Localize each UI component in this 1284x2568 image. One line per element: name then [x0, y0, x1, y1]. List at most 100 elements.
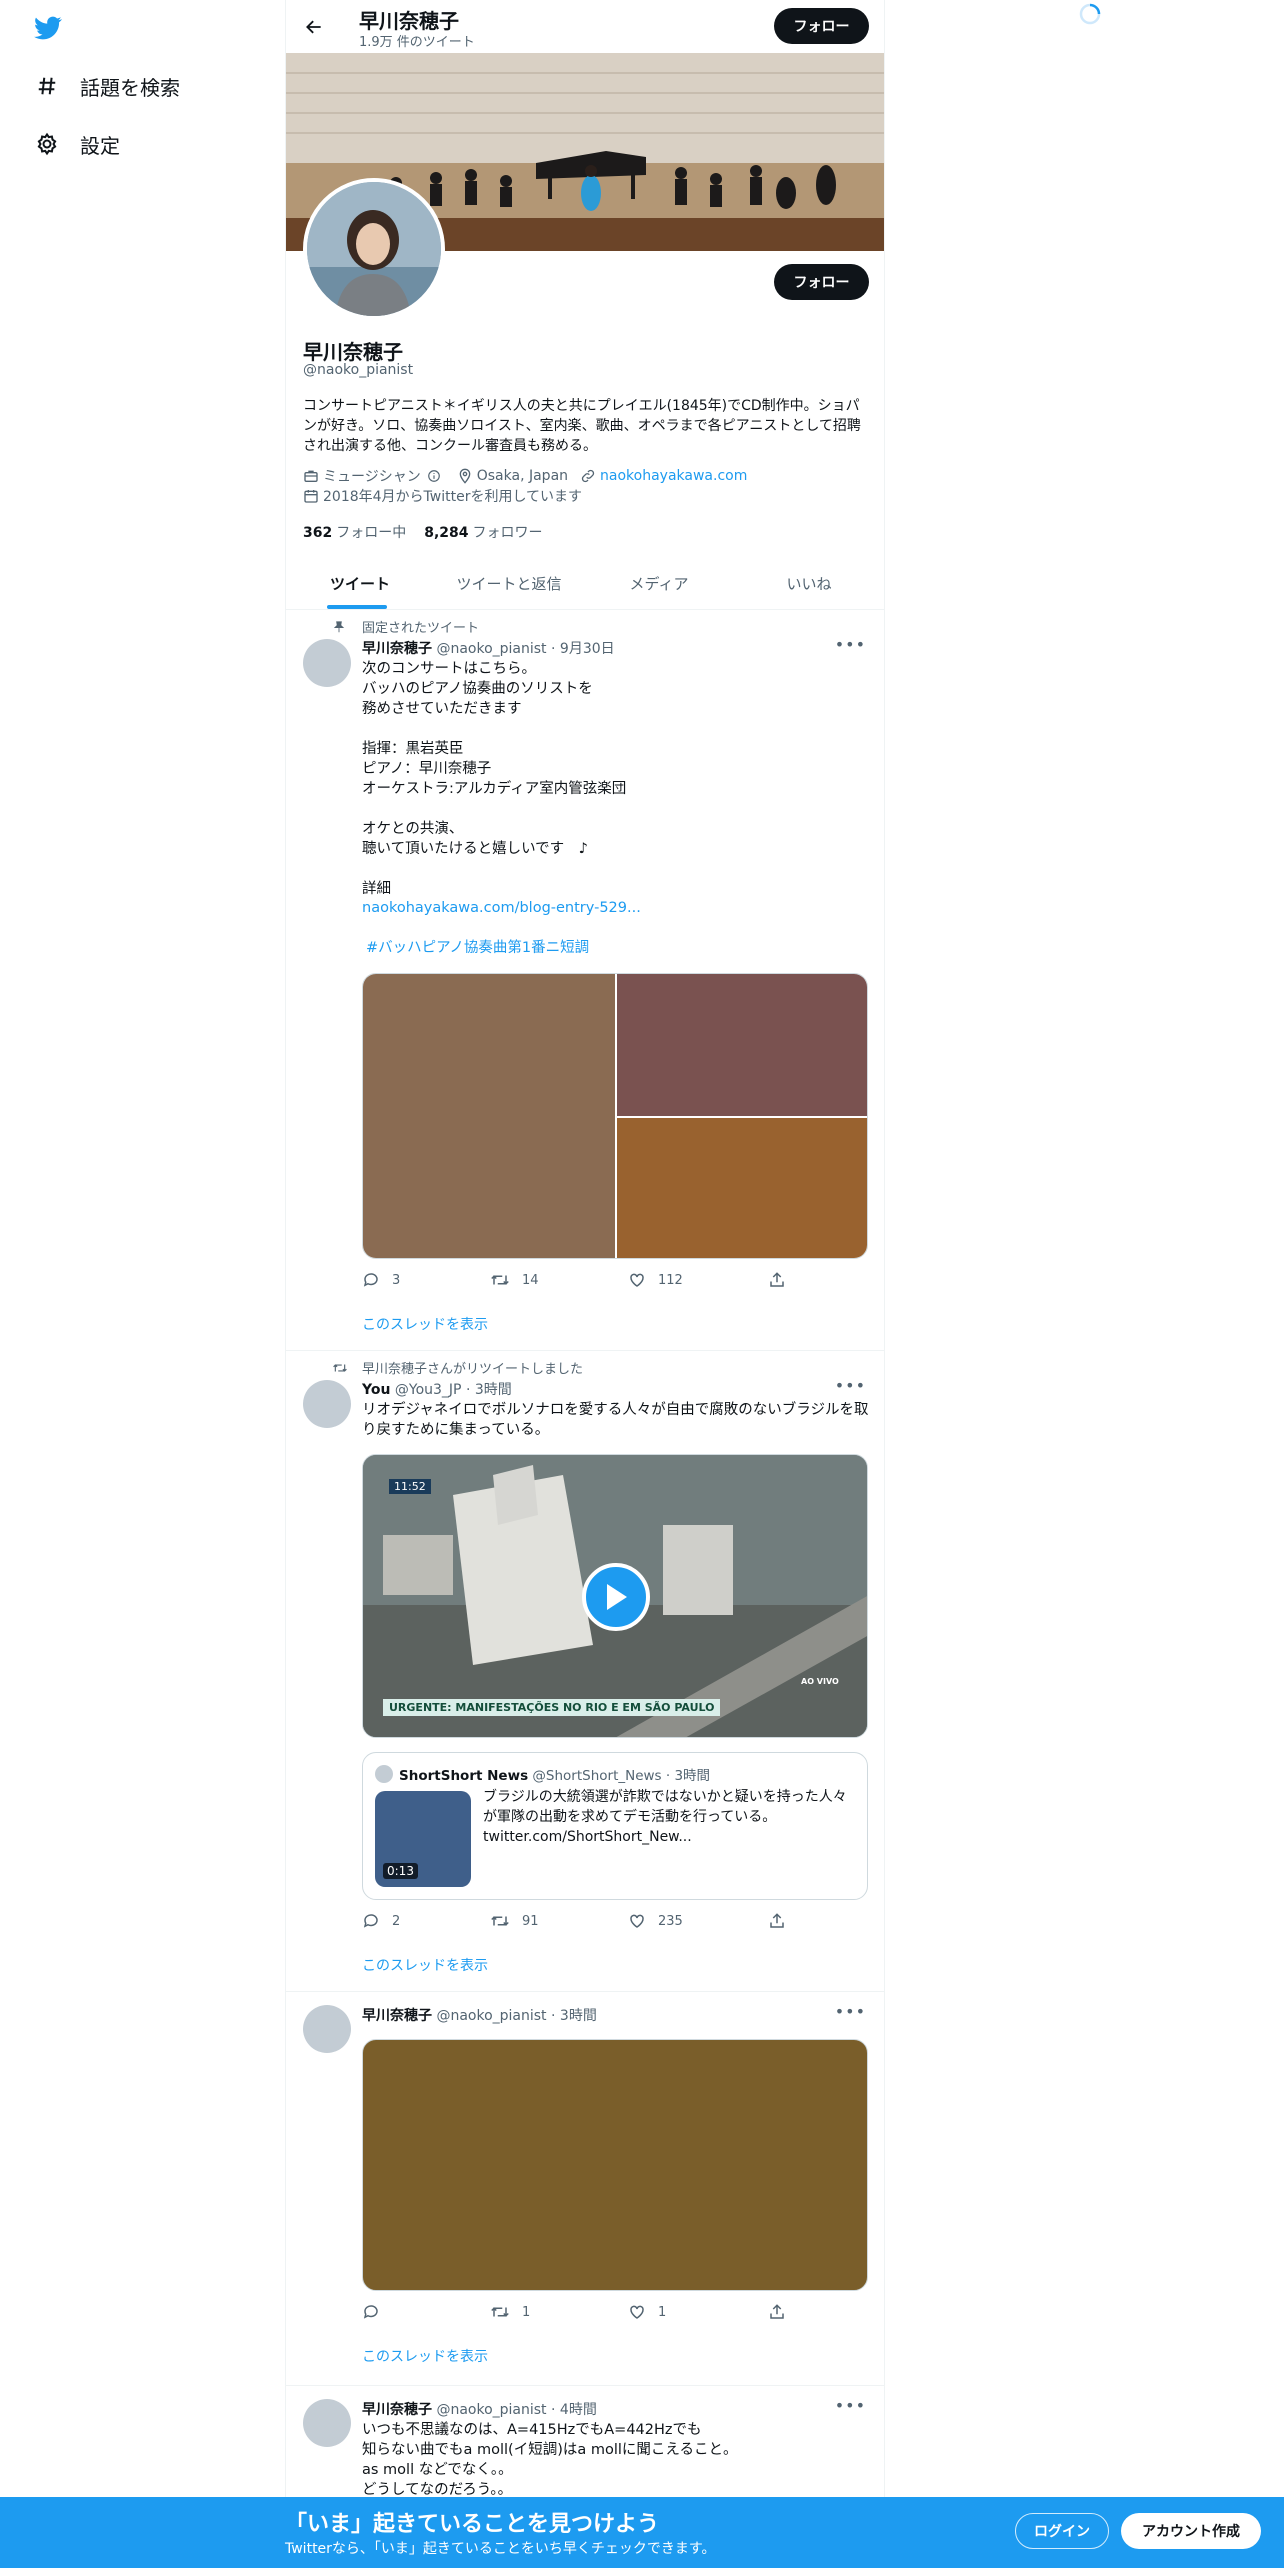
tweet-time[interactable]: 3時間	[475, 1382, 512, 1398]
tweet-item[interactable]: 固定されたツイート 早川奈穂子 @naoko_pianist · 9月30日 •…	[286, 611, 884, 1351]
login-button[interactable]: ログイン	[1015, 2513, 1109, 2549]
profile-follow-button[interactable]: フォロー	[774, 264, 869, 300]
heart-icon	[630, 1914, 644, 1928]
profile-name: 早川奈穂子	[303, 340, 403, 364]
more-options-icon[interactable]: •••	[835, 1376, 866, 1395]
reply-icon	[363, 1914, 378, 1928]
tweet-author-name[interactable]: 早川奈穂子	[362, 2008, 432, 2024]
more-options-icon[interactable]: •••	[835, 635, 866, 654]
tweet-avatar[interactable]	[303, 2005, 351, 2053]
signup-prompt-title: 「いま」起きていることを見つけよう	[285, 2512, 660, 2537]
like-button[interactable]: 235	[628, 1912, 683, 1930]
profile-timeline: 早川奈穂子 1.9万 件のツイート フォロー フォロー 早川奈穂子 @naoko…	[285, 0, 885, 2568]
profile-website-link[interactable]: naokohayakawa.com	[600, 468, 747, 484]
tweet-time[interactable]: 3時間	[560, 2008, 597, 2024]
tweet-author-handle[interactable]: @You3_JP	[395, 1382, 462, 1398]
tab-tweets-and-replies[interactable]: ツイートと返信	[434, 556, 584, 610]
video-live-label: AO VIVO	[801, 1677, 839, 1686]
tweet-author-handle[interactable]: @naoko_pianist	[436, 2402, 546, 2418]
profile-location: Osaka, Japan	[457, 468, 568, 484]
twitter-bird-icon[interactable]	[32, 14, 66, 44]
following-count: 362	[303, 525, 333, 541]
share-button[interactable]	[768, 2303, 798, 2321]
retweet-count: 1	[522, 2304, 531, 2320]
quote-author-handle: @ShortShort_News	[532, 1768, 662, 1784]
tweet-actions: 1 1	[362, 2303, 792, 2323]
play-icon[interactable]	[582, 1563, 650, 1631]
nav-explore-label: 話題を検索	[80, 75, 180, 100]
quote-video-duration: 0:13	[383, 1863, 418, 1879]
share-button[interactable]	[768, 1912, 798, 1930]
share-icon	[770, 1913, 784, 1928]
profile-avatar[interactable]	[303, 178, 445, 320]
reply-button[interactable]: 2	[362, 1912, 400, 1930]
show-thread-link[interactable]: このスレッドを表示	[362, 1955, 488, 1975]
quote-link: twitter.com/ShortShort_New...	[483, 1829, 692, 1845]
tweet-text: リオデジャネイロでボルソナロを愛する人々が自由で腐敗のないブラジルを取り戻すため…	[362, 1402, 869, 1438]
tab-likes[interactable]: いいね	[734, 556, 884, 610]
tweet-avatar[interactable]	[303, 2399, 351, 2447]
tab-media[interactable]: メディア	[584, 556, 734, 610]
tab-tweets[interactable]: ツイート	[286, 556, 434, 610]
tweet-author-name[interactable]: 早川奈穂子	[362, 641, 432, 657]
more-options-icon[interactable]: •••	[835, 2002, 866, 2021]
tweet-link[interactable]: naokohayakawa.com/blog-entry-529...	[362, 898, 872, 918]
header-follow-button[interactable]: フォロー	[774, 8, 869, 44]
profile-header-bar: 早川奈穂子 1.9万 件のツイート フォロー	[286, 0, 884, 53]
retweet-context-label: 早川奈穂子さんがリツイートしました	[362, 1362, 584, 1377]
tweet-item[interactable]: 早川奈穂子さんがリツイートしました You @You3_JP · 3時間 •••…	[286, 1352, 884, 1992]
profile-category: ミュージシャン	[303, 466, 445, 486]
retweet-button[interactable]: 14	[490, 1271, 539, 1289]
tweet-avatar[interactable]	[303, 639, 351, 687]
share-icon	[770, 1272, 784, 1287]
loading-spinner-icon	[1078, 2, 1102, 26]
followers-stat[interactable]: 8,284 フォロワー	[424, 522, 542, 542]
tweet-avatar[interactable]	[303, 1380, 351, 1428]
reply-button[interactable]	[362, 2303, 392, 2321]
nav-settings[interactable]: 設定	[34, 124, 120, 164]
nav-explore[interactable]: 話題を検索	[34, 66, 180, 106]
quoted-tweet[interactable]: ShortShort News @ShortShort_News · 3時間 0…	[362, 1752, 868, 1900]
tweet-video[interactable]: 11:52 URGENTE: MANIFESTAÇÕES NO RIO E EM…	[362, 1454, 868, 1738]
media-image-1[interactable]	[363, 974, 615, 1258]
tweet-media-image[interactable]	[362, 2039, 868, 2291]
left-navigation: 話題を検索 設定	[0, 0, 285, 2568]
tweet-author-handle[interactable]: @naoko_pianist	[436, 641, 546, 657]
retweet-icon	[491, 1275, 509, 1285]
tweet-header: You @You3_JP · 3時間	[362, 1382, 512, 1398]
more-options-icon[interactable]: •••	[835, 2396, 866, 2415]
share-button[interactable]	[768, 1271, 798, 1289]
like-button[interactable]: 112	[628, 1271, 683, 1289]
tweet-time[interactable]: 4時間	[560, 2402, 597, 2418]
tweet-media-grid	[362, 973, 868, 1259]
like-button[interactable]: 1	[628, 2303, 666, 2321]
hashtag-icon	[34, 73, 60, 99]
share-icon	[770, 2304, 784, 2319]
like-count: 1	[658, 2304, 667, 2320]
back-arrow-icon[interactable]	[300, 13, 328, 41]
media-image-3[interactable]	[617, 1118, 867, 1258]
tweet-author-name[interactable]: You	[362, 1382, 390, 1398]
show-thread-link[interactable]: このスレッドを表示	[362, 1314, 488, 1334]
retweet-button[interactable]: 91	[490, 1912, 539, 1930]
tweet-item[interactable]: 早川奈穂子 @naoko_pianist · 3時間 ••• 1 1 このスレッ…	[286, 1993, 884, 2386]
tweet-author-handle[interactable]: @naoko_pianist	[436, 2008, 546, 2024]
retweet-count: 14	[522, 1272, 539, 1288]
quote-video-thumbnail: 0:13	[375, 1791, 471, 1887]
reply-button[interactable]: 3	[362, 1271, 400, 1289]
signup-button[interactable]: アカウント作成	[1121, 2513, 1261, 2549]
show-thread-link[interactable]: このスレッドを表示	[362, 2346, 488, 2366]
followers-label: フォロワー	[472, 525, 543, 541]
following-stat[interactable]: 362 フォロー中	[303, 522, 406, 542]
reply-count: 2	[392, 1913, 401, 1929]
retweet-button[interactable]: 1	[490, 2303, 530, 2321]
reply-icon	[363, 2305, 378, 2319]
like-count: 112	[658, 1272, 683, 1288]
tweet-author-name[interactable]: 早川奈穂子	[362, 2402, 432, 2418]
followers-count: 8,284	[424, 525, 469, 541]
profile-website[interactable]: naokohayakawa.com	[580, 468, 747, 484]
tweet-hashtag[interactable]: #バッハピアノ協奏曲第1番ニ短調	[366, 938, 876, 958]
media-image-2[interactable]	[617, 974, 867, 1116]
tweet-time[interactable]: 9月30日	[560, 641, 615, 657]
info-icon[interactable]	[427, 469, 441, 483]
